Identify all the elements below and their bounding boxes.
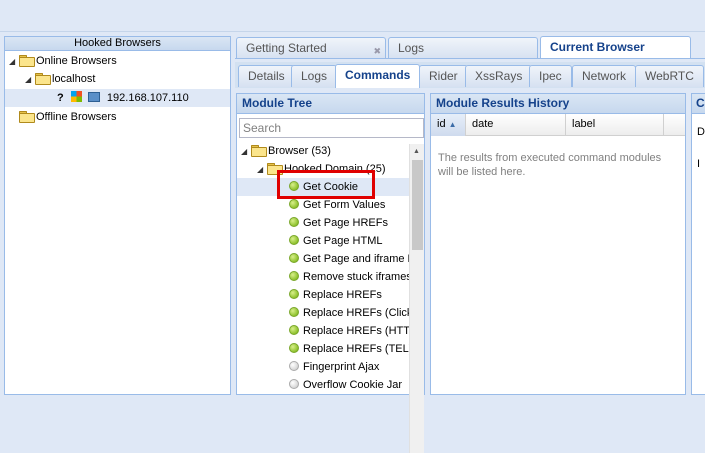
right-panel-text: I <box>697 158 701 170</box>
tab-getting-started[interactable]: Getting Started ✖ <box>236 37 386 59</box>
right-panel-text: D <box>697 126 705 138</box>
status-green-icon <box>289 325 299 335</box>
online-browsers-node[interactable]: ◢ Online Browsers <box>9 52 117 70</box>
status-green-icon <box>289 253 299 263</box>
collapse-arrow-icon[interactable]: ◢ <box>9 53 19 71</box>
collapse-arrow-icon[interactable]: ◢ <box>25 71 35 89</box>
results-title: Module Results History <box>431 94 685 114</box>
module-item[interactable]: Overflow Cookie Jar <box>237 376 409 394</box>
top-bar <box>0 0 705 32</box>
subtab-logs[interactable]: Logs <box>291 65 338 87</box>
folder-icon <box>19 111 35 123</box>
status-grey-icon <box>289 379 299 389</box>
windows-logo-icon <box>70 91 82 102</box>
tab-current-browser[interactable]: Current Browser <box>540 36 691 60</box>
offline-browsers-node[interactable]: Offline Browsers <box>9 108 117 126</box>
module-item[interactable]: Replace HREFs <box>237 286 409 304</box>
empty-results-message: The results from executed command module… <box>438 152 662 178</box>
module-item[interactable]: Get Page and iframe HTML <box>237 250 409 268</box>
subtab-ipec[interactable]: Ipec <box>529 65 572 87</box>
module-tree-title: Module Tree <box>237 94 424 114</box>
computer-icon <box>87 92 100 102</box>
highlight-box <box>277 170 375 199</box>
module-item[interactable]: Replace HREFs (HTTPS) <box>237 322 409 340</box>
module-item[interactable]: Replace HREFs (Click Events) <box>237 304 409 322</box>
unknown-browser-icon: ? <box>57 92 64 104</box>
collapse-arrow-icon[interactable]: ◢ <box>241 143 251 160</box>
folder-icon <box>35 73 51 85</box>
localhost-node[interactable]: ◢ localhost <box>25 70 95 88</box>
status-green-icon <box>289 217 299 227</box>
status-grey-icon <box>289 361 299 371</box>
right-panel-title: C <box>692 94 705 114</box>
status-green-icon <box>289 235 299 245</box>
hooked-browsers-panel: Hooked Browsers ◢ Online Browsers ◢ localh… <box>4 36 231 395</box>
results-grid-header: id ▲ date label <box>431 114 685 136</box>
right-partial-panel: C D I <box>691 93 705 395</box>
module-item[interactable]: Replace HREFs (TEL) <box>237 340 409 358</box>
status-green-icon <box>289 271 299 281</box>
module-item[interactable]: Remove stuck iframes <box>237 268 409 286</box>
status-green-icon <box>289 343 299 353</box>
subtab-rider[interactable]: Rider <box>419 65 468 87</box>
module-tree-panel: Module Tree Search ◢ Browser (53) ◢ Hooked… <box>236 93 425 453</box>
folder-icon <box>19 55 35 67</box>
search-input[interactable]: Search <box>239 118 424 138</box>
column-date[interactable]: date <box>466 114 566 136</box>
module-tree-scrollbar[interactable]: ▲ <box>409 144 424 453</box>
status-green-icon <box>289 307 299 317</box>
subtab-commands[interactable]: Commands <box>335 64 421 88</box>
hooked-browsers-title: Hooked Browsers <box>5 37 230 51</box>
browser-node-192-168-107-110[interactable]: ? 192.168.107.110 <box>5 89 230 107</box>
module-item[interactable]: Get Page HREFs <box>237 214 409 232</box>
status-green-icon <box>289 199 299 209</box>
subtab-details[interactable]: Details <box>238 65 295 87</box>
module-item[interactable]: Fingerprint Ajax <box>237 358 409 376</box>
subtab-xssrays[interactable]: XssRays <box>465 65 533 87</box>
tab-logs[interactable]: Logs <box>388 37 538 59</box>
subtab-network[interactable]: Network <box>572 65 637 87</box>
subtab-webrtc[interactable]: WebRTC <box>635 65 704 87</box>
column-label[interactable]: label <box>566 114 664 136</box>
folder-icon <box>251 145 267 157</box>
results-panel: Module Results History id ▲ date label T… <box>430 93 686 395</box>
main-area: Getting Started ✖ Logs Current Browser D… <box>235 36 705 453</box>
category-browser[interactable]: ◢ Browser (53) <box>237 142 409 160</box>
collapse-arrow-icon[interactable]: ◢ <box>257 161 267 178</box>
scroll-thumb[interactable] <box>412 160 423 250</box>
status-green-icon <box>289 289 299 299</box>
column-id[interactable]: id ▲ <box>431 114 466 136</box>
module-item[interactable]: Get Page HTML <box>237 232 409 250</box>
sort-ascending-icon: ▲ <box>448 120 457 129</box>
scroll-up-arrow-icon[interactable]: ▲ <box>413 148 420 155</box>
